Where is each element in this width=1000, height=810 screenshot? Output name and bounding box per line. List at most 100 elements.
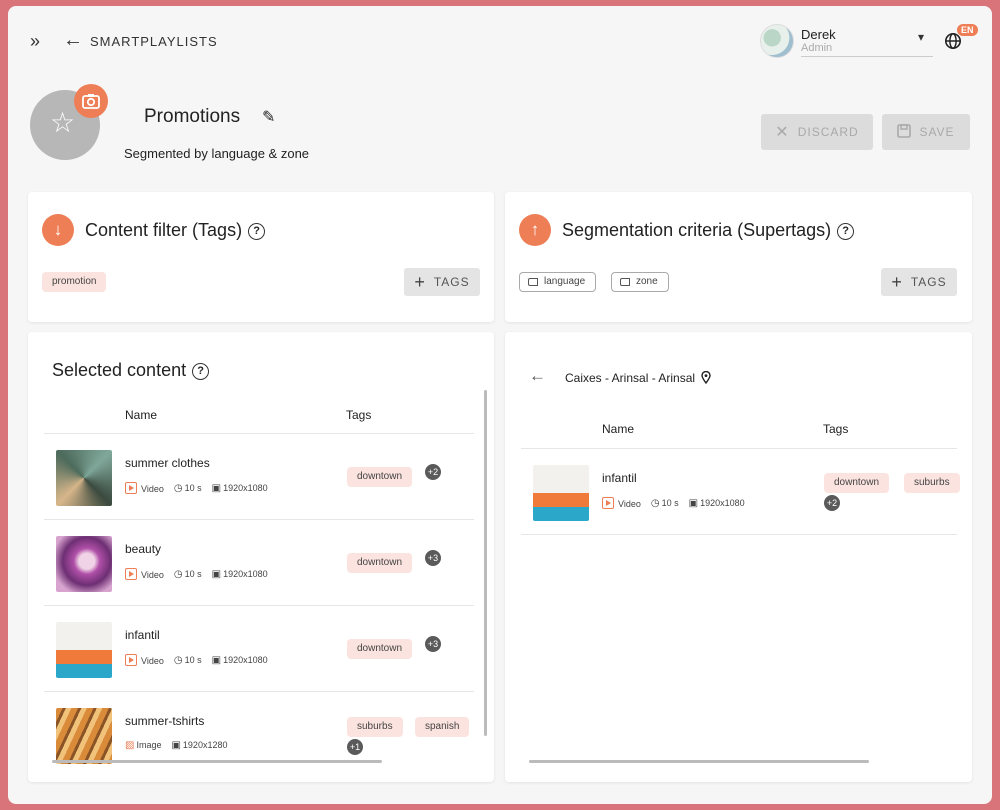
content-name: summer-tshirts (125, 714, 205, 728)
content-name: infantil (602, 471, 637, 485)
content-resolution: 1920x1080 (700, 497, 745, 508)
arrow-up-icon: ↑ (519, 214, 551, 246)
breadcrumb[interactable]: SMARTPLAYLISTS (90, 34, 218, 49)
content-resolution: 1920x1280 (182, 740, 228, 750)
table-row[interactable]: beauty Video ◷ 10 s ▣ 1920x1080 downtown +… (44, 519, 474, 605)
video-icon (602, 497, 614, 509)
tag-chip[interactable]: suburbs (904, 473, 960, 493)
back-arrow-icon[interactable]: ← (529, 366, 546, 386)
supertag-chip-language[interactable]: language (519, 272, 597, 292)
more-tags-badge[interactable]: +2 (824, 495, 840, 511)
resolution-icon: ▣ (211, 654, 222, 666)
content-type: Video (141, 656, 164, 666)
content-meta: Video ◷ 10 s ▣ 1920x1080 (125, 482, 268, 494)
content-thumbnail (533, 465, 589, 521)
help-icon[interactable]: ? (248, 223, 266, 240)
user-role: Admin (801, 42, 933, 57)
content-name: infantil (125, 628, 160, 642)
tag-chip[interactable]: downtown (824, 473, 890, 493)
avatar (760, 24, 794, 58)
language-badge[interactable]: EN (957, 24, 978, 36)
content-resolution: 1920x1080 (223, 482, 268, 493)
content-type: Video (141, 484, 164, 494)
close-icon: ✕ (775, 124, 790, 141)
resolution-icon: ▣ (688, 497, 699, 509)
content-resolution: 1920x1080 (223, 568, 268, 579)
content-type: Video (141, 570, 164, 580)
add-supertags-button[interactable]: + TAGS (881, 268, 957, 296)
tag-chip[interactable]: downtown (347, 639, 413, 659)
save-button[interactable]: SAVE (882, 114, 970, 150)
video-icon (125, 568, 137, 580)
supertag-chip-zone[interactable]: zone (611, 272, 669, 292)
tag-chip[interactable]: downtown (347, 467, 413, 487)
discard-label: DISCARD (797, 125, 859, 139)
more-tags-badge[interactable]: +1 (347, 739, 363, 755)
content-resolution: 1920x1080 (223, 654, 268, 665)
segmentation-card: ↑ Segmentation criteria (Supertags)? lan… (505, 192, 972, 322)
horizontal-scrollbar[interactable] (529, 760, 869, 763)
camera-icon[interactable] (74, 84, 108, 118)
discard-button[interactable]: ✕ DISCARD (761, 114, 873, 150)
horizontal-scrollbar[interactable] (52, 760, 382, 763)
content-type: Image (136, 740, 162, 750)
app-frame: » ← SMARTPLAYLISTS Derek Admin ▾ EN ☆ Pr… (8, 6, 992, 804)
clock-icon: ◷ (173, 568, 183, 580)
column-header-name[interactable]: Name (125, 408, 157, 422)
clock-icon: ◷ (173, 482, 183, 494)
content-name: summer clothes (125, 456, 210, 470)
add-supertags-label: TAGS (910, 275, 947, 289)
video-icon (125, 482, 137, 494)
tag-chip-promotion[interactable]: promotion (42, 272, 107, 292)
chevron-down-icon[interactable]: ▾ (918, 30, 924, 44)
add-tags-button[interactable]: + TAGS (404, 268, 480, 296)
save-disk-icon (897, 123, 912, 141)
selected-content-title: Selected content? (52, 360, 210, 381)
page-title: Promotions (144, 106, 241, 127)
more-tags-badge[interactable]: +2 (425, 464, 441, 480)
column-header-tags[interactable]: Tags (346, 408, 371, 422)
tag-chip[interactable]: spanish (415, 717, 470, 737)
column-header-name[interactable]: Name (602, 422, 634, 436)
plus-icon: + (414, 271, 426, 292)
tag-chip[interactable]: suburbs (347, 717, 403, 737)
user-menu[interactable]: Derek Admin ▾ (760, 24, 940, 62)
star-icon: ☆ (50, 107, 76, 138)
content-filter-card: ↓ Content filter (Tags)? promotion + TAG… (28, 192, 494, 322)
row-divider (521, 534, 957, 535)
content-meta: Video ◷ 10 s ▣ 1920x1080 (602, 497, 745, 509)
back-arrow-icon[interactable]: ← (63, 29, 83, 52)
add-tags-label: TAGS (433, 275, 470, 289)
segment-location: Caixes - Arinsal - Arinsal (565, 370, 712, 385)
tag-chip[interactable]: downtown (347, 553, 413, 573)
content-name: beauty (125, 542, 162, 556)
resolution-icon: ▣ (171, 740, 181, 751)
content-meta: ▨ Image ▣ 1920x1280 (125, 740, 227, 751)
edit-pencil-icon[interactable]: ✎ (262, 107, 275, 127)
help-icon[interactable]: ? (192, 363, 210, 380)
content-filter-title: Content filter (Tags)? (85, 220, 266, 241)
selected-content-card: Selected content? Name Tags summer cloth… (28, 332, 494, 782)
save-label: SAVE (919, 125, 955, 139)
table-row[interactable]: summer-tshirts ▨ Image ▣ 1920x1280 suburbs… (44, 691, 474, 777)
video-icon (125, 654, 137, 666)
table-row[interactable]: infantil Video ◷ 10 s ▣ 1920x1080 downtown… (44, 605, 474, 691)
more-tags-badge[interactable]: +3 (425, 550, 441, 566)
table-row[interactable]: summer clothes Video ◷ 10 s ▣ 1920x1080 do… (44, 433, 474, 519)
user-name: Derek (801, 27, 836, 42)
table-row[interactable]: infantil Video ◷ 10 s ▣ 1920x1080 downtown… (521, 448, 960, 534)
content-thumbnail (56, 450, 112, 506)
column-header-tags[interactable]: Tags (823, 422, 848, 436)
content-duration: 10 s (184, 654, 202, 665)
resolution-icon: ▣ (211, 568, 222, 580)
clock-icon: ◷ (650, 497, 660, 509)
segmentation-title: Segmentation criteria (Supertags)? (562, 220, 855, 241)
expand-icon[interactable]: » (30, 31, 40, 52)
vertical-scrollbar[interactable] (484, 390, 487, 736)
arrow-down-icon: ↓ (42, 214, 74, 246)
globe-icon[interactable] (944, 32, 962, 55)
content-duration: 10 s (184, 568, 202, 579)
help-icon[interactable]: ? (837, 223, 855, 240)
more-tags-badge[interactable]: +3 (425, 636, 441, 652)
page-subtitle: Segmented by language & zone (124, 146, 310, 161)
